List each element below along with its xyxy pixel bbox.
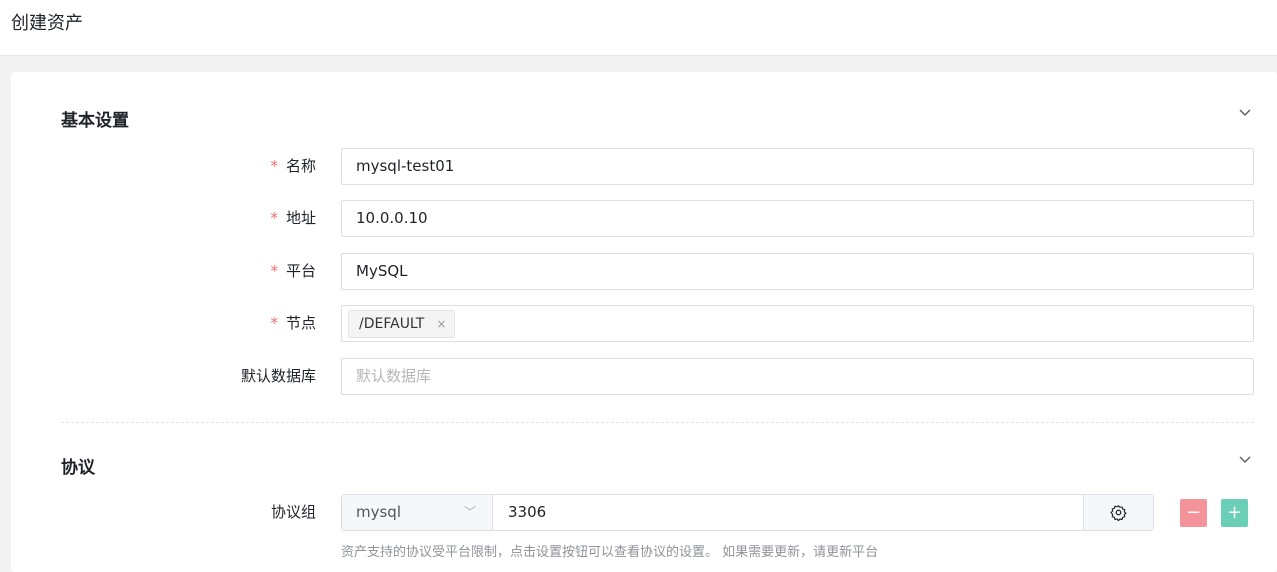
page-header: 创建资产 (0, 0, 1277, 56)
chevron-down-icon[interactable] (1237, 451, 1253, 467)
db-row: 默认数据库 默认数据库 (11, 358, 1277, 395)
add-protocol-button[interactable]: + (1221, 499, 1248, 527)
protocol-label: 协议组 (270, 503, 316, 521)
port-input[interactable]: 3306 (493, 495, 1083, 530)
db-input[interactable]: 默认数据库 (341, 358, 1254, 395)
address-row: * 地址 10.0.0.10 (11, 200, 1277, 237)
chevron-down-icon: ﹀ (463, 505, 476, 519)
section-title-basic: 基本设置 (61, 111, 129, 131)
address-label: * 地址 (270, 209, 316, 227)
settings-button[interactable] (1083, 495, 1153, 530)
tag-close-icon[interactable]: × (436, 317, 446, 331)
node-label: * 节点 (270, 314, 316, 332)
platform-row: * 平台 MySQL (11, 253, 1277, 290)
remove-protocol-button[interactable]: − (1180, 499, 1207, 527)
form-card: 基本设置 * 名称 mysql-test01 * 地址 10.0.0.10 * 平台 … (11, 72, 1277, 572)
chevron-down-icon[interactable] (1237, 104, 1253, 120)
section-divider (61, 422, 1254, 423)
protocol-help-text: 资产支持的协议受平台限制，点击设置按钮可以查看协议的设置。 如果需要更新，请更新… (341, 545, 879, 560)
page-title: 创建资产 (11, 13, 83, 34)
protocol-group: mysql ﹀ 3306 (341, 494, 1154, 531)
name-row: * 名称 mysql-test01 (11, 148, 1277, 185)
node-tag: /DEFAULT × (348, 310, 456, 338)
gear-icon (1110, 505, 1127, 521)
address-input[interactable]: 10.0.0.10 (341, 200, 1254, 237)
node-row: * 节点 /DEFAULT × (11, 305, 1277, 342)
platform-input[interactable]: MySQL (341, 253, 1254, 290)
section-title-protocol: 协议 (61, 458, 95, 478)
name-input[interactable]: mysql-test01 (341, 148, 1254, 185)
platform-label: * 平台 (270, 262, 316, 280)
name-label: * 名称 (270, 157, 316, 175)
db-label: 默认数据库 (240, 367, 316, 385)
protocol-select[interactable]: mysql ﹀ (342, 495, 493, 530)
node-select[interactable]: /DEFAULT × (341, 305, 1254, 342)
